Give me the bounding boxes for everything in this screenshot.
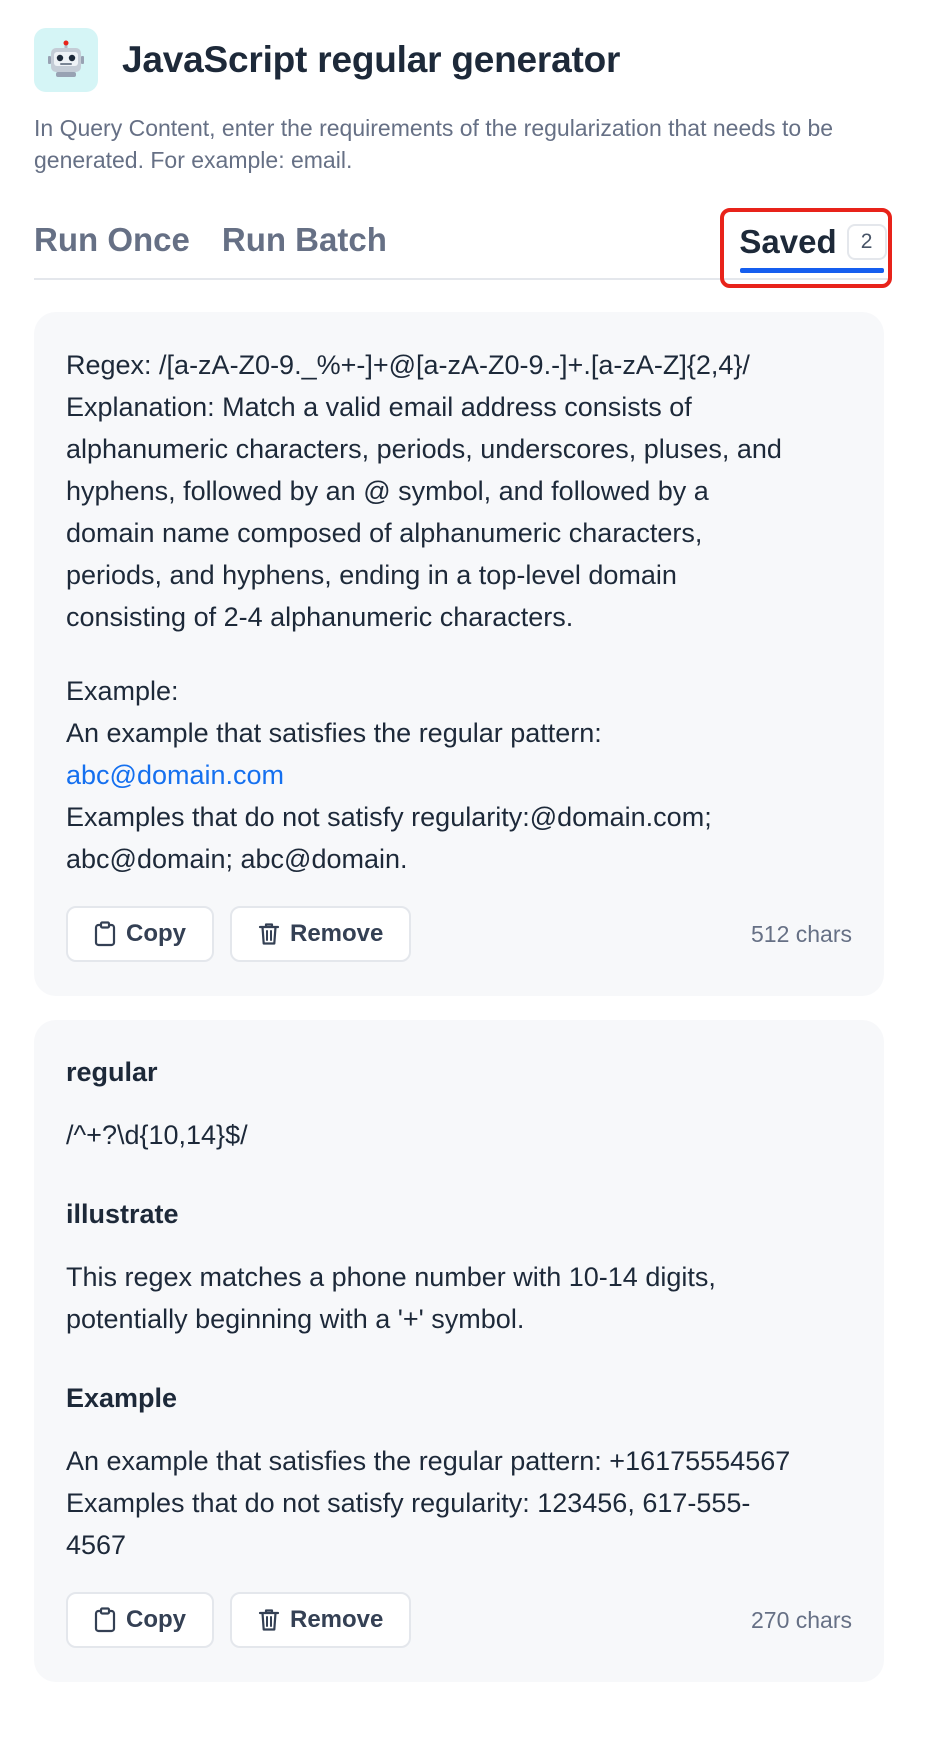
text-line: periods, and hyphens, ending in a top-le…: [66, 560, 677, 590]
active-tab-indicator: [740, 268, 884, 273]
trash-icon: [258, 923, 280, 945]
page: JavaScript regular generator In Query Co…: [0, 0, 926, 1740]
trash-icon: [258, 1609, 280, 1631]
tab-run-once[interactable]: Run Once: [34, 214, 190, 260]
char-count: 270 chars: [750, 1606, 852, 1633]
message-content: Regex: /[a-zA-Z0-9._%+-]+@[a-zA-Z0-9.-]+…: [66, 344, 852, 880]
email-example-link[interactable]: abc@domain.com: [66, 760, 284, 790]
copy-button-label: Copy: [126, 1606, 186, 1633]
tab-saved-highlight: Saved 2: [720, 208, 892, 288]
text-line: Regex: /[a-zA-Z0-9._%+-]+@[a-zA-Z0-9.-]+…: [66, 350, 750, 380]
tab-saved-label: Saved: [739, 223, 837, 260]
remove-button-label: Remove: [290, 920, 384, 947]
text-line: abc@domain; abc@domain.: [66, 844, 408, 874]
text-line: consisting of 2-4 alphanumeric character…: [66, 602, 574, 632]
clipboard-icon: [94, 1607, 116, 1633]
card-footer: Copy Remove 512 chars: [66, 906, 852, 962]
text-line: Examples that do not satisfy regularity:…: [66, 1488, 751, 1518]
text-line: hyphens, followed by an @ symbol, and fo…: [66, 476, 709, 506]
tab-run-batch[interactable]: Run Batch: [222, 214, 387, 260]
section-heading-example: Example: [66, 1383, 178, 1413]
app-title: JavaScript regular generator: [122, 39, 621, 80]
copy-button-label: Copy: [126, 920, 186, 947]
char-count: 512 chars: [750, 920, 852, 947]
tab-saved[interactable]: Saved 2: [725, 218, 887, 266]
card-footer: Copy Remove 270 chars: [66, 1592, 852, 1648]
message-content: regular /^+?\d{10,14}$/ illustrate This …: [66, 1052, 852, 1566]
remove-button[interactable]: Remove: [230, 906, 412, 962]
remove-button[interactable]: Remove: [230, 1592, 412, 1648]
section-heading-regular: regular: [66, 1057, 158, 1087]
saved-message-card: regular /^+?\d{10,14}$/ illustrate This …: [34, 1020, 884, 1682]
text-line: Explanation: Match a valid email address…: [66, 392, 692, 422]
clipboard-icon: [94, 921, 116, 947]
regex-text: /^+?\d{10,14}$/: [66, 1120, 248, 1150]
copy-button[interactable]: Copy: [66, 906, 214, 962]
copy-button[interactable]: Copy: [66, 1592, 214, 1648]
saved-count-badge: 2: [846, 224, 887, 260]
text-line: domain name composed of alphanumeric cha…: [66, 518, 703, 548]
text-line: An example that satisfies the regular pa…: [66, 1446, 791, 1476]
tab-bar: Run Once Run Batch Saved 2: [34, 208, 892, 288]
text-line: Examples that do not satisfy regularity:…: [66, 802, 712, 832]
text-line: This regex matches a phone number with 1…: [66, 1262, 716, 1292]
text-line: 4567: [66, 1530, 127, 1560]
saved-message-card: Regex: /[a-zA-Z0-9._%+-]+@[a-zA-Z0-9.-]+…: [34, 312, 884, 996]
section-heading-illustrate: illustrate: [66, 1199, 179, 1229]
app-description: In Query Content, enter the requirements…: [34, 115, 834, 173]
remove-button-label: Remove: [290, 1606, 384, 1633]
example-label: Example:: [66, 676, 179, 706]
text-line: potentially beginning with a '+' symbol.: [66, 1304, 525, 1334]
app-header: JavaScript regular generator: [34, 0, 892, 92]
text-line: An example that satisfies the regular pa…: [66, 718, 602, 748]
text-line: alphanumeric characters, periods, unders…: [66, 434, 782, 464]
robot-icon: [34, 28, 98, 92]
